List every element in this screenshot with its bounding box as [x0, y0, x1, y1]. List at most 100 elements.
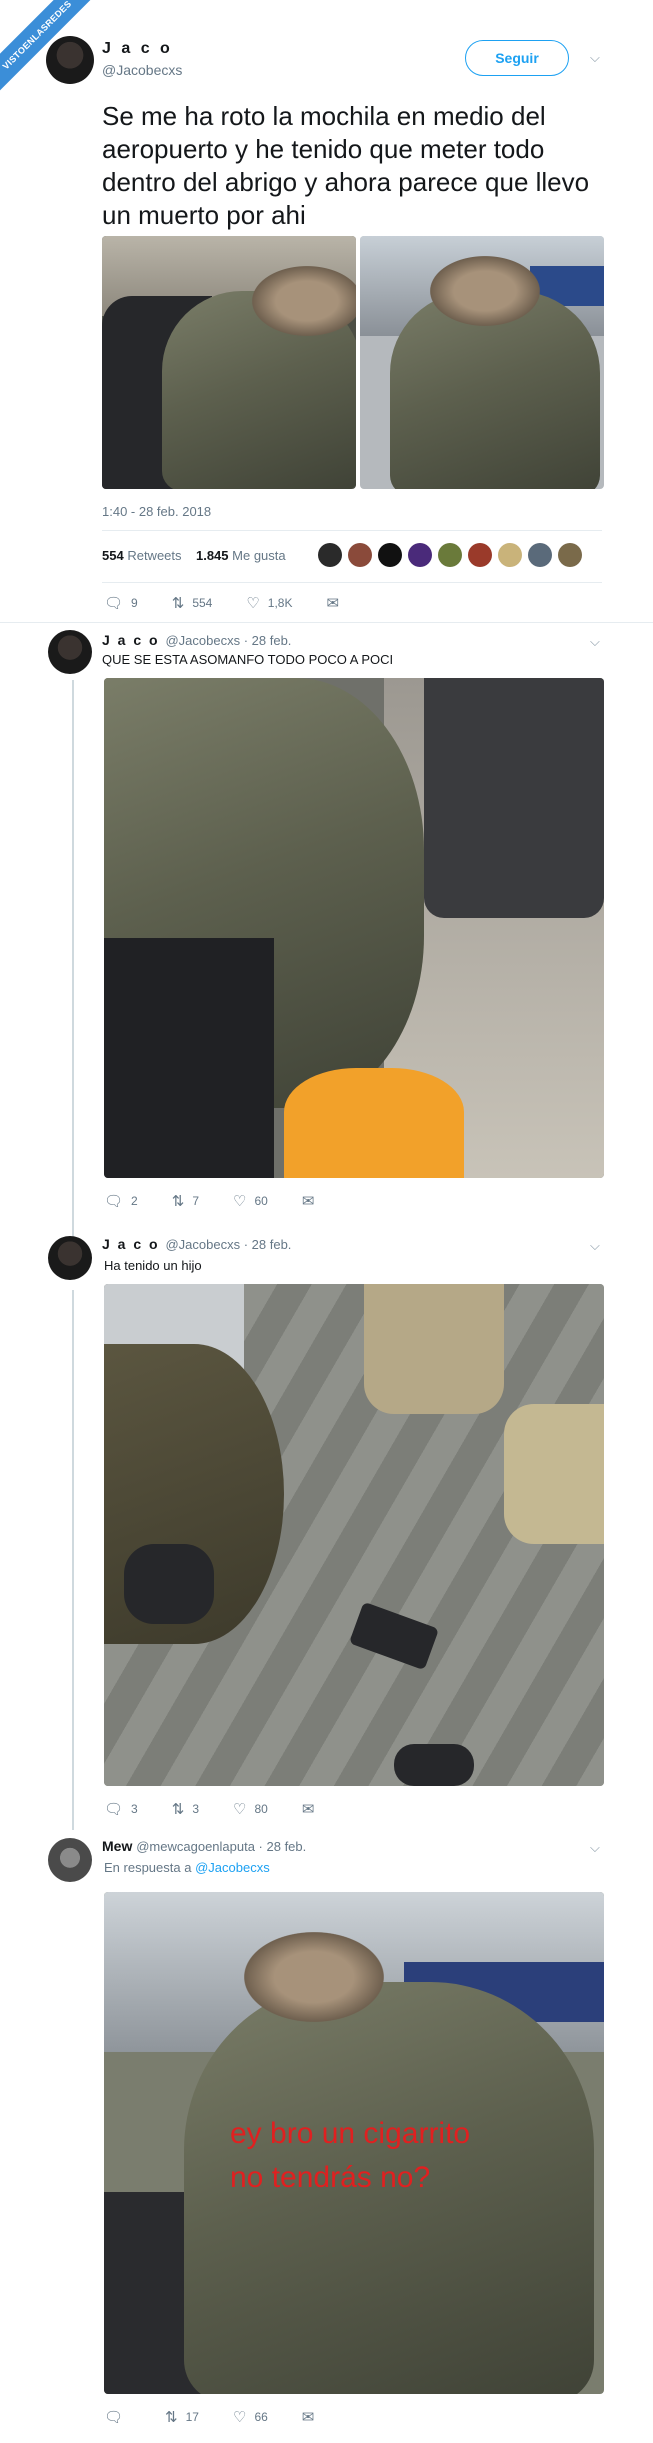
- retweet-count: 7: [192, 1194, 199, 1208]
- liker-avatar[interactable]: [528, 543, 552, 567]
- liker-avatar[interactable]: [468, 543, 492, 567]
- reply-actions: 🗨 3 ⇅ 3 ♡ 80 ✉: [104, 1800, 314, 1818]
- reply-author-name: J a c o: [102, 632, 160, 648]
- reply-count: 3: [131, 1802, 138, 1816]
- reply-photo[interactable]: [104, 1284, 604, 1786]
- reply-icon: 🗨: [104, 2409, 124, 2426]
- reply-text: Ha tenido un hijo: [104, 1258, 202, 1273]
- reply-button[interactable]: 🗨 3: [104, 1800, 138, 1818]
- reply-text: QUE SE ESTA ASOMANFO TODO POCO A POCI: [102, 652, 394, 667]
- likers-avatars: [318, 543, 582, 567]
- reply-icon: 🗨: [104, 1193, 124, 1210]
- author-handle[interactable]: @Jacobecxs: [102, 62, 182, 78]
- tweet-photo-2[interactable]: [360, 236, 604, 489]
- heart-icon: ♡: [246, 595, 260, 612]
- liker-avatar[interactable]: [408, 543, 432, 567]
- likes-count[interactable]: 1.845: [196, 548, 229, 563]
- reply-target-link[interactable]: @Jacobecxs: [195, 1860, 270, 1875]
- retweet-button[interactable]: ⇅ 554: [172, 594, 213, 612]
- retweet-button[interactable]: ⇅ 7: [172, 1192, 199, 1210]
- liker-avatar[interactable]: [438, 543, 462, 567]
- heart-icon: ♡: [233, 1801, 247, 1818]
- reply-count: 9: [131, 596, 138, 610]
- reply-author[interactable]: J a c o @Jacobecxs · 28 feb.: [102, 632, 291, 648]
- chevron-down-icon[interactable]: ⌵: [590, 50, 600, 66]
- overlay-caption-line-1: ey bro un cigarrito: [230, 2117, 471, 2150]
- author-name[interactable]: J a c o: [102, 40, 173, 58]
- liker-avatar[interactable]: [348, 543, 372, 567]
- reply-author[interactable]: J a c o @Jacobecxs · 28 feb.: [102, 1236, 291, 1252]
- reply-context: En respuesta a @Jacobecxs: [104, 1860, 270, 1875]
- tweet-photo-1[interactable]: [102, 236, 356, 489]
- divider: [102, 582, 602, 583]
- reply-prefix: En respuesta a: [104, 1860, 192, 1875]
- tweet-text: Se me ha roto la mochila en medio del ae…: [102, 101, 590, 230]
- reply-meta: @mewcagoenlaputa · 28 feb.: [136, 1839, 307, 1854]
- reply-button[interactable]: 🗨: [104, 2408, 131, 2426]
- retweet-icon: ⇅: [171, 595, 185, 612]
- like-count: 60: [254, 1194, 268, 1208]
- tweet-timestamp[interactable]: 1:40 - 28 feb. 2018: [102, 504, 211, 519]
- reply-author[interactable]: Mew @mewcagoenlaputa · 28 feb.: [102, 1838, 306, 1854]
- message-button[interactable]: ✉: [302, 1192, 315, 1210]
- like-button[interactable]: ♡ 60: [233, 1192, 268, 1210]
- tweet-actions: 🗨 9 ⇅ 554 ♡ 1,8K ✉: [104, 594, 339, 612]
- like-button[interactable]: ♡ 1,8K: [246, 594, 292, 612]
- reply-avatar[interactable]: [48, 1236, 92, 1280]
- retweet-icon: ⇅: [171, 1193, 185, 1210]
- like-count: 1,8K: [267, 596, 293, 610]
- liker-avatar[interactable]: [378, 543, 402, 567]
- retweet-button[interactable]: ⇅ 17: [165, 2408, 199, 2426]
- reply-avatar[interactable]: [48, 630, 92, 674]
- reply-icon: 🗨: [104, 595, 124, 612]
- reply-avatar[interactable]: [48, 1838, 92, 1882]
- liker-avatar[interactable]: [318, 543, 342, 567]
- overlay-caption-line-2: no tendrás no?: [230, 2161, 431, 2194]
- retweet-count: 554: [192, 596, 213, 610]
- retweet-icon: ⇅: [171, 1801, 185, 1818]
- reply-author-name: Mew: [102, 1838, 133, 1854]
- chevron-down-icon[interactable]: ⌵: [590, 634, 600, 650]
- heart-icon: ♡: [233, 1193, 247, 1210]
- message-icon: ✉: [301, 1193, 315, 1210]
- divider: [0, 622, 653, 623]
- like-button[interactable]: ♡ 66: [233, 2408, 268, 2426]
- avatar[interactable]: [46, 36, 94, 84]
- retweet-button[interactable]: ⇅ 3: [172, 1800, 199, 1818]
- message-icon: ✉: [301, 2409, 315, 2426]
- tweet-stats: 554 Retweets 1.845 Me gusta: [102, 548, 286, 563]
- thread-line: [72, 680, 74, 1240]
- likes-label[interactable]: Me gusta: [232, 548, 285, 563]
- reply-meta: @Jacobecxs · 28 feb.: [165, 1237, 292, 1252]
- thread-line: [72, 1290, 74, 1830]
- message-button[interactable]: ✉: [326, 594, 339, 612]
- reply-icon: 🗨: [104, 1801, 124, 1818]
- liker-avatar[interactable]: [498, 543, 522, 567]
- heart-icon: ♡: [232, 2409, 247, 2426]
- chevron-down-icon[interactable]: ⌵: [590, 1840, 600, 1856]
- message-button[interactable]: ✉: [302, 1800, 315, 1818]
- message-icon: ✉: [301, 1801, 315, 1818]
- liker-avatar[interactable]: [558, 543, 582, 567]
- like-count: 80: [254, 1802, 268, 1816]
- retweets-count[interactable]: 554: [102, 548, 124, 563]
- reply-count: 2: [131, 1194, 138, 1208]
- message-button[interactable]: ✉: [302, 2408, 315, 2426]
- retweet-icon: ⇅: [165, 2409, 178, 2426]
- chevron-down-icon[interactable]: ⌵: [590, 1238, 600, 1254]
- message-icon: ✉: [326, 595, 340, 612]
- divider: [102, 530, 602, 531]
- follow-button[interactable]: Seguir: [465, 40, 569, 76]
- reply-actions: 🗨 ⇅ 17 ♡ 66 ✉: [104, 2408, 314, 2426]
- reply-photo[interactable]: [104, 678, 604, 1178]
- like-button[interactable]: ♡ 80: [233, 1800, 268, 1818]
- reply-button[interactable]: 🗨 9: [104, 594, 138, 612]
- retweet-count: 17: [185, 2410, 199, 2424]
- reply-actions: 🗨 2 ⇅ 7 ♡ 60 ✉: [104, 1192, 314, 1210]
- reply-photo[interactable]: ey bro un cigarrito no tendrás no?: [104, 1892, 604, 2394]
- reply-button[interactable]: 🗨 2: [104, 1192, 138, 1210]
- retweets-label[interactable]: Retweets: [127, 548, 181, 563]
- reply-meta: @Jacobecxs · 28 feb.: [165, 633, 292, 648]
- retweet-count: 3: [192, 1802, 199, 1816]
- like-count: 66: [254, 2410, 268, 2424]
